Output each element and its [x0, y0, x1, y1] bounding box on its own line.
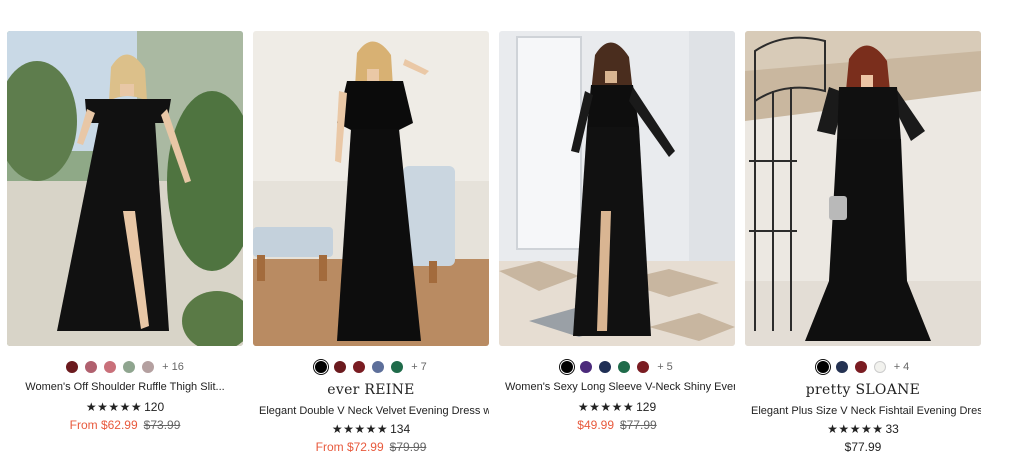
brand-name: pretty SLOANE	[805, 382, 921, 398]
more-colors-link[interactable]: + 4	[894, 361, 910, 373]
color-swatch[interactable]	[104, 361, 117, 373]
product-name-link[interactable]: Elegant Double V Neck Velvet Evening Dre…	[253, 405, 489, 417]
color-swatch[interactable]	[599, 361, 612, 373]
product-card[interactable]: + 4 pretty SLOANE Elegant Plus Size V Ne…	[745, 31, 981, 456]
color-swatch[interactable]	[372, 361, 385, 373]
color-swatch[interactable]	[85, 361, 98, 373]
color-swatch[interactable]	[391, 361, 404, 373]
product-image[interactable]	[7, 31, 243, 346]
brand-name: ever REINE	[327, 382, 415, 398]
review-count: 129	[636, 400, 657, 414]
review-count: 120	[144, 400, 165, 414]
price-value: $77.99	[844, 440, 882, 454]
product-grid: + 16 Women's Off Shoulder Ruffle Thigh S…	[7, 31, 982, 456]
product-name-link[interactable]: Elegant Plus Size V Neck Fishtail Evenin…	[745, 405, 981, 417]
price: From $72.99 $79.99	[253, 440, 489, 454]
color-swatch[interactable]	[315, 361, 328, 373]
product-card[interactable]: + 16 Women's Off Shoulder Ruffle Thigh S…	[7, 31, 243, 456]
color-swatches: + 4	[745, 360, 981, 374]
product-image[interactable]	[253, 31, 489, 346]
sale-price: From $72.99	[315, 440, 384, 454]
rating: ★★★★★ 134	[253, 422, 489, 436]
review-count: 134	[390, 422, 411, 436]
product-image[interactable]	[499, 31, 735, 346]
star-rating-icon: ★★★★★	[331, 422, 389, 436]
color-swatch[interactable]	[580, 361, 593, 373]
color-swatch[interactable]	[835, 361, 848, 373]
rating: ★★★★★ 120	[7, 400, 243, 414]
price: $49.99 $77.99	[499, 418, 735, 432]
star-rating-icon: ★★★★★	[577, 400, 635, 414]
rating: ★★★★★ 129	[499, 400, 735, 414]
price: From $62.99 $73.99	[7, 418, 243, 432]
color-swatch[interactable]	[66, 361, 79, 373]
price: $77.99	[745, 440, 981, 454]
more-colors-link[interactable]: + 5	[657, 361, 673, 373]
color-swatch[interactable]	[854, 361, 867, 373]
rating: ★★★★★ 33	[745, 422, 981, 436]
original-price: $77.99	[620, 418, 657, 432]
color-swatch[interactable]	[618, 361, 631, 373]
sale-price: $49.99	[577, 418, 614, 432]
original-price: $79.99	[389, 440, 427, 454]
color-swatch[interactable]	[816, 361, 829, 373]
product-image[interactable]	[745, 31, 981, 346]
color-swatch[interactable]	[142, 361, 155, 373]
color-swatches: + 7	[253, 360, 489, 374]
review-count: 33	[885, 422, 899, 436]
sale-price: From $62.99	[69, 418, 138, 432]
product-name-link[interactable]: Women's Off Shoulder Ruffle Thigh Slit..…	[7, 381, 243, 393]
star-rating-icon: ★★★★★	[85, 400, 143, 414]
color-swatch[interactable]	[637, 361, 650, 373]
color-swatch[interactable]	[123, 361, 136, 373]
color-swatch[interactable]	[873, 361, 886, 373]
color-swatch[interactable]	[334, 361, 347, 373]
product-name-link[interactable]: Women's Sexy Long Sleeve V-Neck Shiny Ev…	[499, 381, 735, 393]
color-swatches: + 16	[7, 360, 243, 374]
color-swatch[interactable]	[353, 361, 366, 373]
product-card[interactable]: + 7 ever REINE Elegant Double V Neck Vel…	[253, 31, 489, 456]
star-rating-icon: ★★★★★	[827, 422, 884, 436]
original-price: $73.99	[143, 418, 181, 432]
more-colors-link[interactable]: + 7	[411, 361, 427, 373]
color-swatch[interactable]	[561, 361, 574, 373]
product-card[interactable]: + 5 Women's Sexy Long Sleeve V-Neck Shin…	[499, 31, 735, 456]
color-swatches: + 5	[499, 360, 735, 374]
more-colors-link[interactable]: + 16	[162, 361, 184, 373]
